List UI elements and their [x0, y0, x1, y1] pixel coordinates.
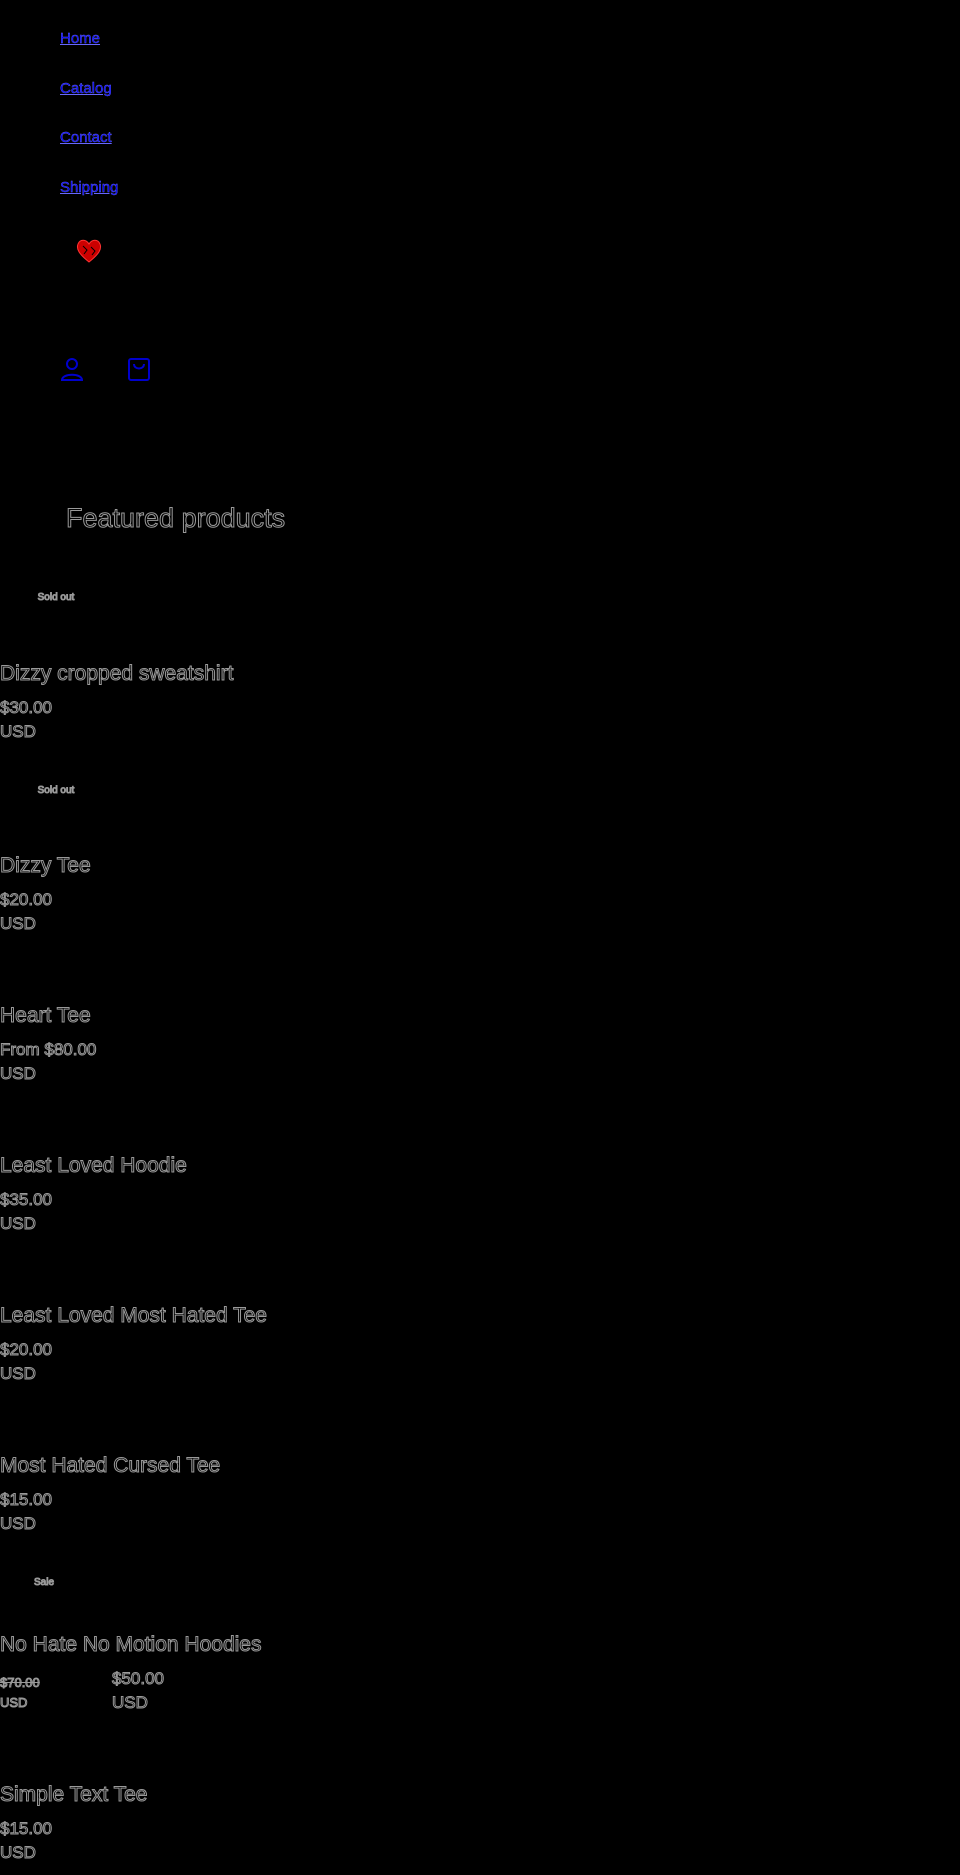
product-currency: USD — [0, 1843, 36, 1863]
sale-currency: USD — [112, 1693, 149, 1713]
cart-button[interactable] — [126, 355, 154, 383]
product-title[interactable]: Least Loved Most Hated Tee — [0, 1304, 267, 1328]
nav-shipping[interactable]: Shipping — [60, 179, 119, 196]
account-button[interactable] — [59, 355, 87, 383]
product-currency: USD — [0, 1064, 36, 1084]
nav-catalog[interactable]: Catalog — [60, 80, 112, 97]
product-price: $20.00 — [0, 1340, 53, 1360]
product-title[interactable]: No Hate No Motion Hoodies — [0, 1633, 262, 1657]
compare-price: $70.00 — [0, 1675, 40, 1691]
store-logo[interactable] — [74, 236, 104, 266]
product-currency: USD — [0, 914, 36, 934]
sale-badge: Sale — [33, 1577, 54, 1589]
product-price: From $80.00 — [0, 1040, 97, 1060]
product-price: $15.00 — [0, 1819, 53, 1839]
product-title[interactable]: Simple Text Tee — [0, 1783, 148, 1807]
sale-price: $50.00 — [112, 1669, 165, 1689]
heart-icon — [76, 239, 102, 263]
product-currency: USD — [0, 1364, 36, 1384]
compare-currency: USD — [0, 1695, 28, 1711]
sold-out-badge: Sold out — [37, 592, 75, 604]
product-title[interactable]: Most Hated Cursed Tee — [0, 1454, 221, 1478]
product-title[interactable]: Dizzy Tee — [0, 854, 91, 878]
user-icon — [60, 358, 84, 381]
product-currency: USD — [0, 1214, 36, 1234]
product-price: $20.00 — [0, 890, 53, 910]
product-title[interactable]: Heart Tee — [0, 1004, 91, 1028]
product-price: $15.00 — [0, 1490, 53, 1510]
product-currency: USD — [0, 1514, 36, 1534]
product-title[interactable]: Dizzy cropped sweatshirt — [0, 662, 234, 686]
section-title: Featured products — [65, 503, 286, 534]
sold-out-badge: Sold out — [37, 785, 75, 797]
product-price: $35.00 — [0, 1190, 53, 1210]
bag-icon — [128, 358, 150, 381]
nav-contact[interactable]: Contact — [60, 129, 112, 146]
product-title[interactable]: Least Loved Hoodie — [0, 1154, 187, 1178]
product-price: $30.00 — [0, 698, 53, 718]
product-currency: USD — [0, 722, 36, 742]
nav-home[interactable]: Home — [60, 30, 100, 47]
